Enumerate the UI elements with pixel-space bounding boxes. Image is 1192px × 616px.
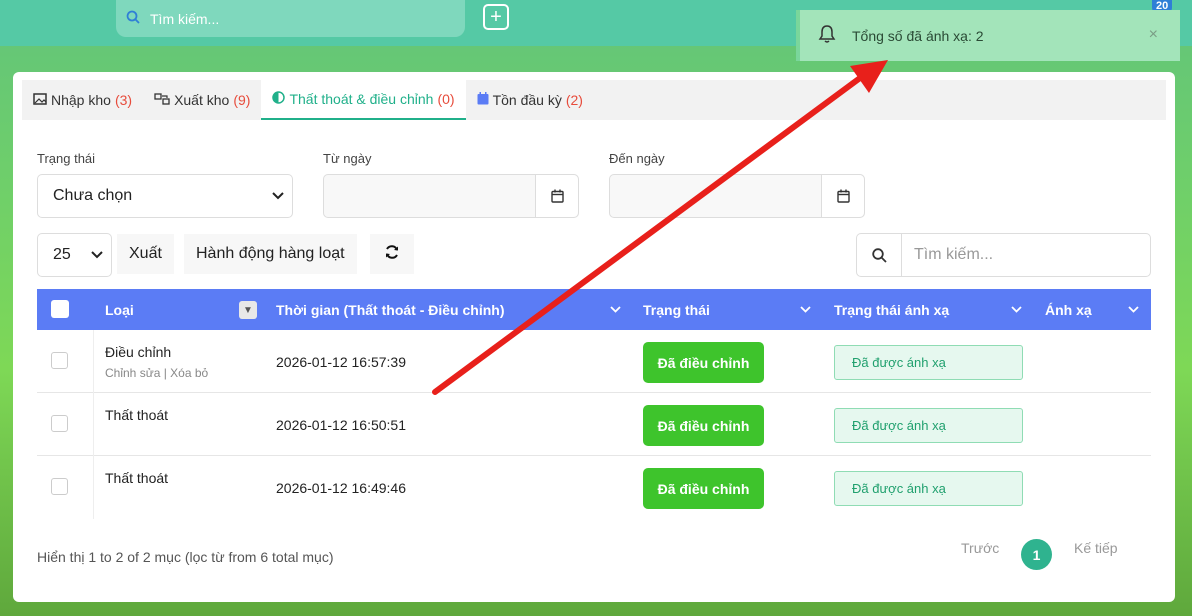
row-actions[interactable]: Chỉnh sửa | Xóa bỏ (105, 366, 208, 380)
status-badge[interactable]: Đã điều chỉnh (643, 468, 764, 509)
map-status-badge: Đã được ánh xạ (834, 471, 1023, 506)
global-search-placeholder: Tìm kiếm... (150, 10, 220, 27)
map-status-badge: Đã được ánh xạ (834, 345, 1023, 380)
column-divider (93, 456, 94, 519)
bulk-action-label: Hành động hàng loạt (196, 245, 345, 262)
status-filter-value: Chưa chọn (53, 187, 133, 204)
header-status-label: Trạng thái (643, 301, 710, 318)
tab-loss-adjust-label: Thất thoát & điều chỉnh (289, 91, 434, 107)
header-map[interactable]: Ánh xạ (1045, 289, 1092, 330)
next-page-button[interactable]: Kế tiếp (1074, 540, 1118, 556)
refresh-button[interactable] (370, 234, 414, 274)
global-search[interactable]: Tìm kiếm... (116, 0, 465, 37)
tab-import[interactable]: Nhập kho (3) (22, 80, 143, 120)
header-type[interactable]: Loại (105, 289, 134, 330)
status-filter-select[interactable]: Chưa chọn (37, 174, 293, 218)
column-divider (93, 330, 94, 393)
row-time: 2026-01-12 16:50:51 (276, 417, 406, 433)
calendar-icon[interactable] (535, 175, 578, 217)
tab-export-count: (9) (233, 92, 251, 108)
chevron-down-icon[interactable] (610, 289, 622, 330)
toast-notification: Tổng số đã ánh xạ: 2 × (796, 10, 1180, 61)
tab-opening-stock-label: Tồn đầu kỳ (492, 92, 562, 108)
page-1-button[interactable]: 1 (1021, 539, 1052, 570)
bulk-action-button[interactable]: Hành động hàng loạt (184, 234, 357, 274)
export-button-label: Xuất (129, 245, 162, 262)
header-map-status[interactable]: Trạng thái ánh xạ (834, 289, 949, 330)
header-time[interactable]: Thời gian (Thất thoát - Điều chỉnh) (276, 289, 504, 330)
row-checkbox[interactable] (51, 478, 68, 495)
toast-message: Tổng số đã ánh xạ: 2 (852, 27, 984, 44)
table-search[interactable]: Tìm kiếm... (856, 233, 1151, 277)
page-size-value: 25 (53, 246, 71, 263)
add-button[interactable]: + (483, 4, 509, 30)
chevron-down-icon (91, 248, 103, 262)
table-header: Loại ▼ Thời gian (Thất thoát - Điều chỉn… (37, 289, 1151, 330)
exchange-icon (154, 92, 170, 108)
table-row: Thất thoát 2026-01-12 16:49:46 Đã điều c… (37, 456, 1151, 519)
status-badge[interactable]: Đã điều chỉnh (643, 405, 764, 446)
calendar-icon (477, 92, 489, 108)
row-checkbox[interactable] (51, 352, 68, 369)
tab-loss-adjust-count: (0) (437, 91, 455, 107)
to-date-input[interactable] (609, 174, 865, 218)
from-date-label: Từ ngày (323, 151, 372, 166)
calendar-icon[interactable] (821, 175, 864, 217)
row-type: Điều chỉnh (105, 344, 172, 360)
image-icon (33, 92, 47, 108)
from-date-input[interactable] (323, 174, 579, 218)
table-search-placeholder: Tìm kiếm... (914, 246, 994, 263)
status-badge[interactable]: Đã điều chỉnh (643, 342, 764, 383)
search-icon (126, 10, 140, 27)
table-row: Điều chỉnh Chỉnh sửa | Xóa bỏ 2026-01-12… (37, 330, 1151, 393)
header-map-status-label: Trạng thái ánh xạ (834, 301, 950, 318)
tab-bar: Nhập kho (3) Xuất kho (9) Thất thoát & đ… (22, 80, 1166, 120)
plus-icon: + (490, 6, 502, 28)
header-map-label: Ánh xạ (1045, 301, 1092, 318)
row-checkbox[interactable] (51, 415, 68, 432)
main-card: Nhập kho (3) Xuất kho (9) Thất thoát & đ… (13, 72, 1175, 602)
tab-import-label: Nhập kho (51, 92, 111, 108)
tab-loss-adjust[interactable]: Thất thoát & điều chỉnh (0) (261, 80, 466, 120)
search-icon (857, 234, 902, 276)
tab-export[interactable]: Xuất kho (9) (143, 80, 261, 120)
tab-opening-stock[interactable]: Tồn đầu kỳ (2) (466, 80, 594, 120)
row-time: 2026-01-12 16:57:39 (276, 354, 406, 370)
tab-export-label: Xuất kho (174, 92, 230, 108)
header-time-label: Thời gian (Thất thoát - Điều chỉnh) (276, 301, 505, 318)
row-type: Thất thoát (105, 470, 169, 486)
refresh-icon (384, 244, 400, 265)
chevron-down-icon[interactable] (800, 289, 812, 330)
half-circle-icon (272, 91, 286, 107)
chevron-down-icon[interactable] (1128, 289, 1140, 330)
page-size-select[interactable]: 25 (37, 233, 112, 277)
export-button[interactable]: Xuất (117, 234, 174, 274)
tab-opening-stock-count: (2) (565, 92, 583, 108)
pagination-info: Hiển thị 1 to 2 of 2 mục (lọc từ from 6 … (37, 549, 334, 565)
bell-icon (818, 24, 842, 47)
row-time: 2026-01-12 16:49:46 (276, 480, 406, 496)
header-status[interactable]: Trạng thái (643, 289, 710, 330)
map-status-badge: Đã được ánh xạ (834, 408, 1023, 443)
sort-icon[interactable]: ▼ (239, 301, 257, 319)
prev-page-button[interactable]: Trước (961, 540, 999, 556)
status-filter-label: Trạng thái (37, 151, 96, 166)
table-row: Thất thoát 2026-01-12 16:50:51 Đã điều c… (37, 393, 1151, 456)
chevron-down-icon (272, 189, 284, 203)
to-date-label: Đến ngày (609, 151, 665, 166)
chevron-down-icon[interactable] (1011, 289, 1023, 330)
row-type: Thất thoát (105, 407, 169, 423)
tab-import-count: (3) (114, 92, 133, 108)
header-type-label: Loại (105, 301, 134, 318)
select-all-checkbox[interactable] (51, 300, 69, 318)
close-icon[interactable]: × (1149, 26, 1158, 44)
column-divider (93, 393, 94, 456)
